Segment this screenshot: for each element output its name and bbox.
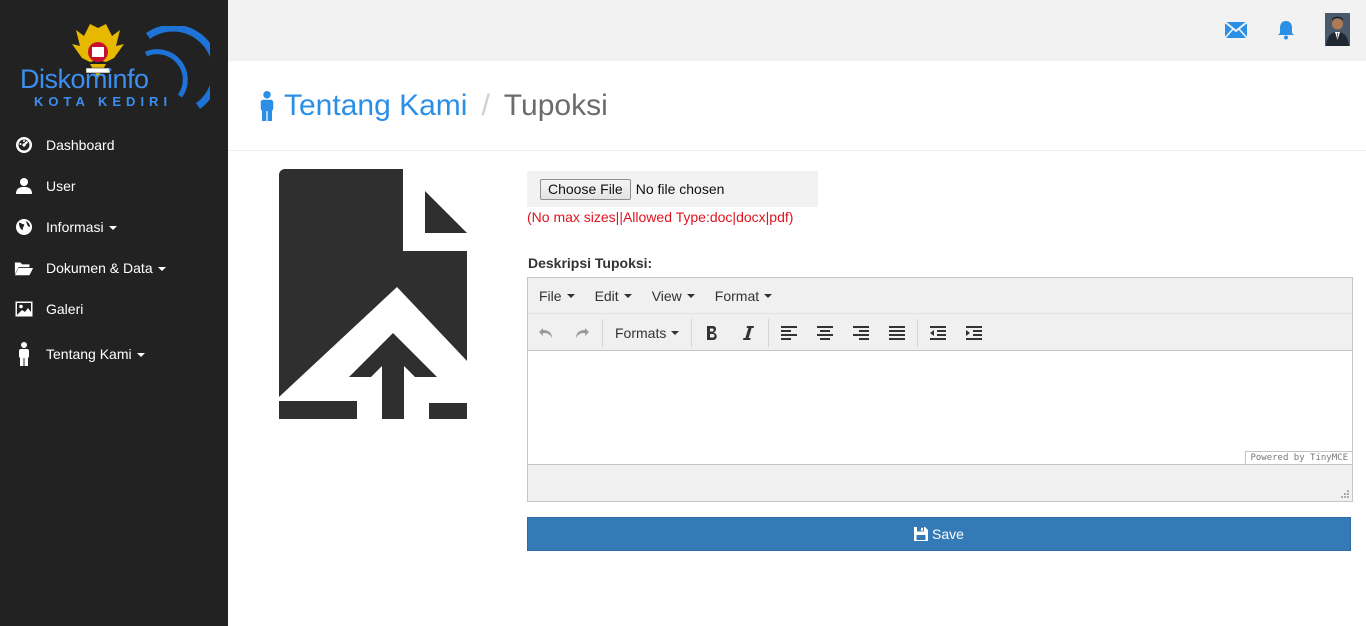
- caret-down-icon: [671, 330, 680, 335]
- user-icon: [14, 176, 34, 196]
- editor-menubar: File Edit View Format: [528, 278, 1352, 314]
- menu-view[interactable]: View: [652, 288, 695, 304]
- sidebar-item-label: Dashboard: [46, 136, 115, 153]
- menu-label: Edit: [594, 287, 619, 304]
- envelope-icon[interactable]: [1224, 18, 1248, 42]
- align-justify-button[interactable]: [879, 318, 915, 348]
- toolbar-divider: [602, 318, 603, 347]
- folder-open-icon: [14, 258, 34, 278]
- file-status-text: No file chosen: [635, 181, 725, 197]
- sidebar-item-label: Informasi: [46, 218, 104, 235]
- italic-button[interactable]: [730, 318, 766, 348]
- save-button[interactable]: Save: [527, 517, 1351, 551]
- menu-edit[interactable]: Edit: [595, 288, 632, 304]
- toolbar-divider: [917, 318, 919, 347]
- formats-label: Formats: [615, 324, 667, 341]
- sidebar-item-label: Dokumen & Data: [46, 259, 153, 276]
- page-title: Tupoksi: [503, 89, 608, 122]
- breadcrumb-separator: /: [481, 89, 490, 122]
- picture-icon: [14, 299, 34, 319]
- outdent-button[interactable]: [920, 318, 956, 348]
- person-icon: [258, 91, 276, 121]
- align-right-icon: [853, 325, 870, 340]
- editor-content-area[interactable]: Powered by TinyMCE: [528, 350, 1352, 465]
- menu-file[interactable]: File: [539, 288, 575, 304]
- person-icon: [14, 342, 34, 366]
- powered-by-label: Powered by TinyMCE: [1245, 451, 1352, 465]
- formats-dropdown[interactable]: Formats: [605, 318, 689, 348]
- menu-label: Format: [714, 287, 760, 304]
- page-header: Tentang Kami / Tupoksi: [228, 61, 1366, 151]
- sidebar-item-tentang-kami[interactable]: Tentang Kami: [0, 329, 228, 379]
- rich-text-editor: File Edit View Format Formats Powered by…: [527, 277, 1353, 502]
- caret-down-icon: [157, 266, 166, 271]
- brand-subtitle: KOTA KEDIRI: [34, 94, 173, 109]
- align-left-button[interactable]: [771, 318, 807, 348]
- sidebar-item-informasi[interactable]: Informasi: [0, 206, 228, 247]
- indent-icon: [966, 325, 983, 340]
- breadcrumb-section-link[interactable]: Tentang Kami: [284, 89, 467, 123]
- choose-file-button[interactable]: Choose File: [540, 178, 631, 200]
- save-label: Save: [932, 526, 964, 542]
- sidebar-item-dokumen-data[interactable]: Dokumen & Data: [0, 247, 228, 288]
- undo-icon: [539, 327, 552, 338]
- brand-name: Diskominfo: [20, 64, 149, 94]
- indent-button[interactable]: [956, 318, 992, 348]
- sidebar: Diskominfo KOTA KEDIRI Dashboard User In…: [0, 0, 228, 626]
- menu-format[interactable]: Format: [714, 287, 773, 304]
- bold-button[interactable]: [694, 318, 730, 348]
- caret-down-icon: [623, 293, 632, 298]
- bell-icon[interactable]: [1274, 18, 1298, 42]
- diskominfo-logo[interactable]: Diskominfo KOTA KEDIRI: [18, 20, 213, 115]
- file-input: Choose File No file chosen: [527, 171, 818, 207]
- menu-label: View: [651, 287, 682, 304]
- top-navbar: [228, 0, 1366, 61]
- redo-icon: [576, 327, 589, 338]
- sidebar-item-label: Tentang Kami: [46, 346, 132, 362]
- floppy-disk-icon: [914, 527, 929, 541]
- sidebar-item-label: User: [46, 177, 76, 194]
- description-label: Deskripsi Tupoksi:: [528, 255, 653, 271]
- align-center-icon: [817, 325, 834, 340]
- bold-icon: [707, 325, 718, 340]
- globe-icon: [14, 217, 34, 237]
- sidebar-nav: Dashboard User Informasi Dokumen & Data …: [0, 124, 228, 379]
- sidebar-item-label: Galeri: [46, 300, 84, 317]
- redo-button[interactable]: [564, 318, 600, 348]
- toolbar-divider: [768, 318, 770, 347]
- toolbar-divider: [691, 318, 693, 347]
- sidebar-item-dashboard[interactable]: Dashboard: [0, 124, 228, 165]
- outdent-icon: [930, 325, 947, 340]
- file-upload-icon: [279, 169, 467, 419]
- undo-button[interactable]: [528, 318, 564, 348]
- sidebar-item-galeri[interactable]: Galeri: [0, 288, 228, 329]
- align-right-button[interactable]: [843, 318, 879, 348]
- sidebar-item-user[interactable]: User: [0, 165, 228, 206]
- resize-handle-icon[interactable]: [1340, 489, 1350, 499]
- align-center-button[interactable]: [807, 318, 843, 348]
- align-left-icon: [781, 325, 798, 340]
- file-type-hint: (No max sizes||Allowed Type:doc|docx|pdf…: [527, 209, 794, 225]
- editor-toolbar: Formats: [528, 314, 1352, 351]
- italic-icon: [743, 325, 755, 340]
- caret-down-icon: [764, 293, 773, 298]
- caret-down-icon: [686, 293, 695, 298]
- caret-down-icon: [566, 293, 575, 298]
- align-justify-icon: [889, 325, 906, 340]
- dashboard-icon: [14, 135, 34, 155]
- breadcrumb: Tentang Kami / Tupoksi: [258, 89, 608, 123]
- caret-down-icon: [136, 353, 145, 358]
- menu-label: File: [539, 287, 562, 304]
- caret-down-icon: [108, 225, 117, 230]
- avatar[interactable]: [1325, 13, 1350, 46]
